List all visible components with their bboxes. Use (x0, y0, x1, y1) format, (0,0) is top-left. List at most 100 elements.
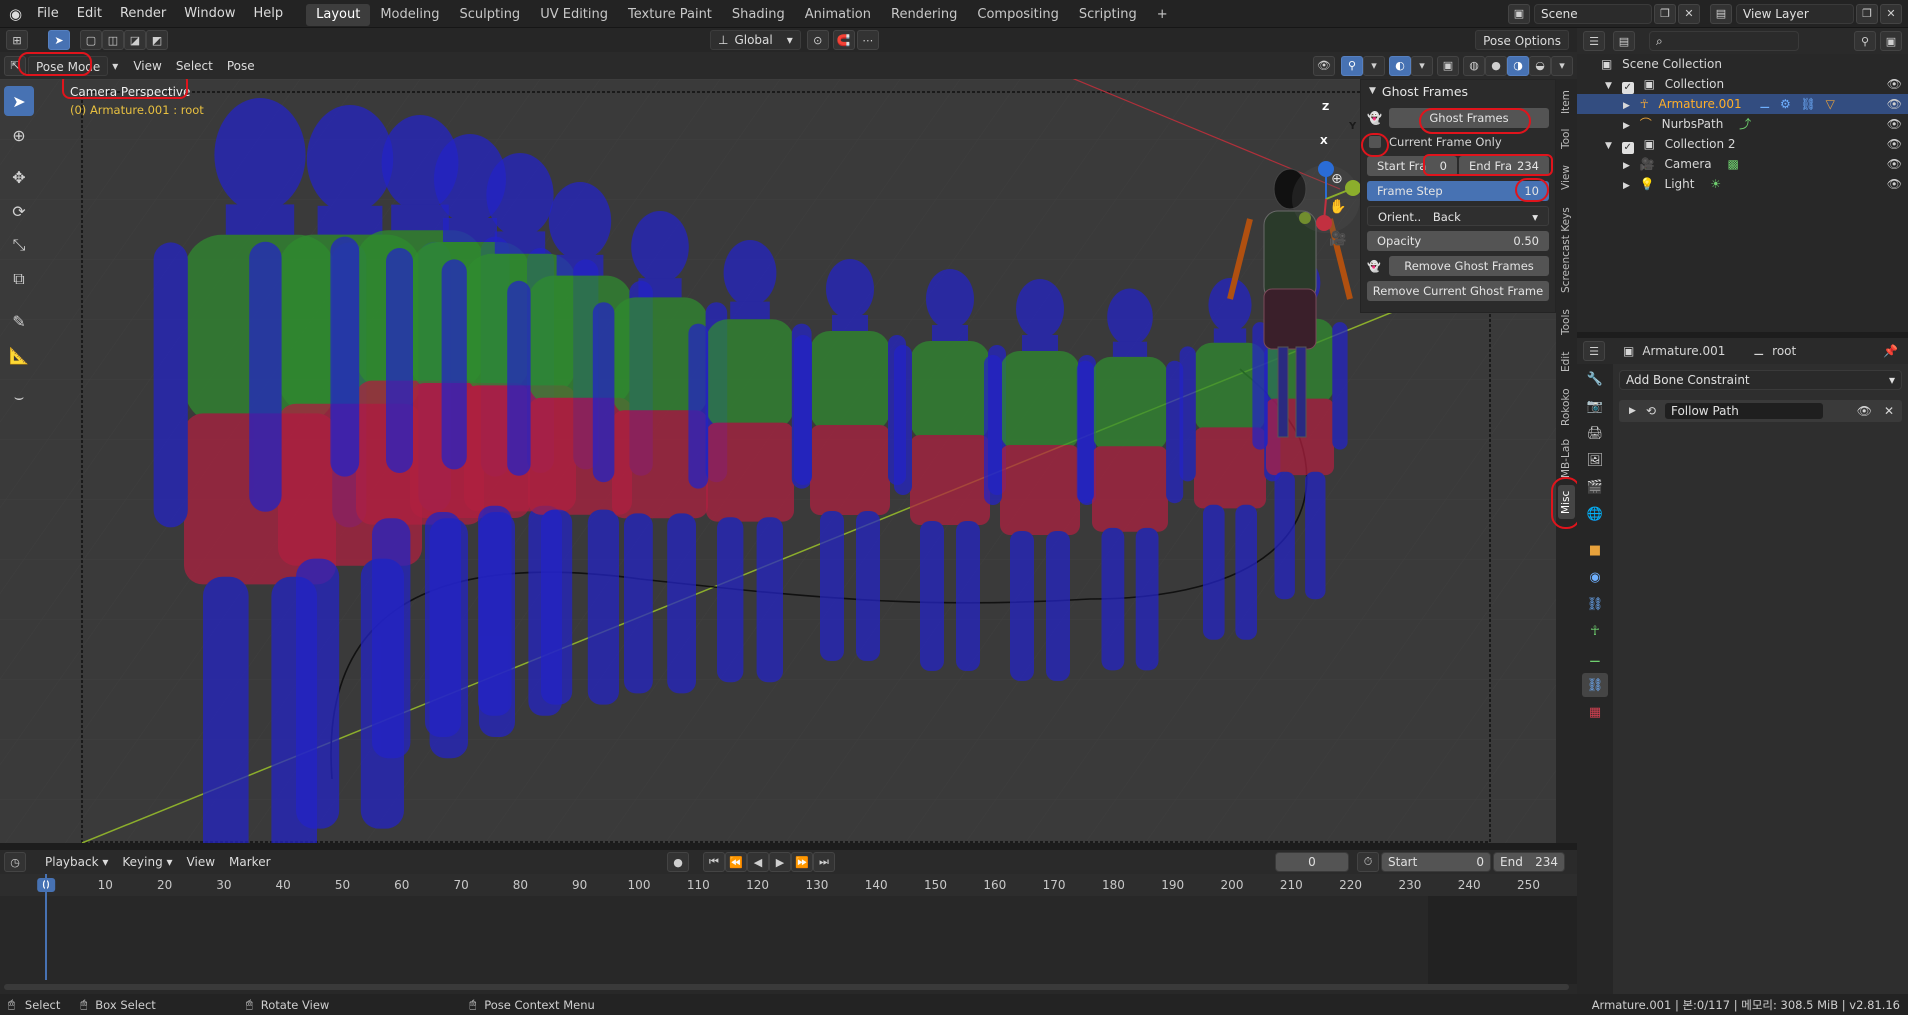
pose-options-button[interactable]: Pose Options (1475, 30, 1569, 50)
outliner-row-camera[interactable]: ▶ 🎥 Camera ▩ 👁 (1577, 154, 1908, 174)
tab-scripting[interactable]: Scripting (1069, 4, 1147, 26)
gizmo-dropdown-icon[interactable]: ▾ (1363, 55, 1385, 76)
close-icon[interactable]: ✕ (1884, 404, 1894, 418)
snap-icon[interactable]: 🧲 (832, 30, 855, 50)
outliner-row-nurbspath[interactable]: ▶ ⌒ NurbsPath ⤴ 👁 (1577, 114, 1908, 134)
view-layer-props-icon[interactable]: 🖼 (1582, 448, 1608, 472)
close-view-layer-icon[interactable]: ✕ (1880, 3, 1902, 24)
preview-range-icon[interactable]: ⏱ (1357, 852, 1379, 872)
timeline-editor-icon[interactable]: ◷ (4, 852, 26, 872)
expand-icon[interactable]: ▶ (1629, 406, 1636, 416)
timeline-body[interactable] (0, 874, 1577, 994)
eye-icon[interactable]: 👁 (1887, 174, 1902, 194)
tab-rendering[interactable]: Rendering (881, 4, 967, 26)
ghost-frames-button[interactable]: Ghost Frames (1389, 108, 1549, 128)
sidebar-tab-screencast-keys[interactable]: Screencast Keys (1558, 201, 1575, 299)
solid-shading-icon[interactable]: ● (1485, 55, 1507, 76)
orient-dropdown[interactable]: Orient.. Back ▾ (1367, 206, 1549, 226)
expand-icon[interactable]: ▼ (1605, 81, 1612, 91)
timeline-menu-marker[interactable]: Marker (222, 852, 277, 872)
3d-viewport[interactable]: Camera Perspective (0) Armature.001 : ro… (0, 79, 1577, 843)
menu-edit[interactable]: Edit (68, 0, 111, 28)
select-mode-subtract-icon[interactable]: ◪ (124, 30, 146, 50)
mode-dropdown[interactable]: Pose Mode (28, 55, 109, 76)
bone-props-icon[interactable]: ⚊ (1582, 646, 1608, 670)
sidebar-tab-misc[interactable]: Misc (1558, 485, 1575, 519)
pivot-point-icon[interactable]: ⊙ (806, 30, 829, 50)
start-frame-field[interactable]: Start Fra 0 (1367, 156, 1457, 176)
tab-compositing[interactable]: Compositing (967, 4, 1069, 26)
panel-header[interactable]: ▼ Ghost Frames (1361, 80, 1555, 102)
shading-dropdown-icon[interactable]: ▾ (1551, 55, 1573, 76)
sidebar-tab-mb-lab[interactable]: MB-Lab (1558, 435, 1575, 481)
view-layer-field[interactable]: View Layer (1736, 3, 1854, 24)
add-workspace-button[interactable]: + (1147, 4, 1178, 26)
play-icon[interactable]: ▶ (769, 852, 791, 872)
opacity-slider[interactable]: Opacity 0.50 (1367, 231, 1549, 251)
gizmo-icon[interactable]: ⚲ (1341, 55, 1363, 76)
eye-icon[interactable]: 👁 (1887, 134, 1902, 154)
tab-texture-paint[interactable]: Texture Paint (618, 4, 722, 26)
measure-tool[interactable]: 📐 (4, 340, 34, 370)
outliner-search-input[interactable]: ⌕ (1649, 31, 1799, 51)
sidebar-tab-rokoko[interactable]: Rokoko (1558, 383, 1575, 431)
relax-tool[interactable]: ⌣ (4, 382, 34, 412)
jump-keyframe-back-icon[interactable]: ⏪ (725, 852, 747, 872)
current-frame-only-checkbox[interactable] (1369, 136, 1381, 148)
eye-icon[interactable]: 👁 (1887, 94, 1902, 114)
timeline-ruler[interactable]: 0102030405060708090100110120130140150160… (0, 874, 1577, 896)
render-props-icon[interactable]: 📷 (1582, 394, 1608, 418)
expand-icon[interactable]: ▶ (1623, 181, 1630, 191)
outliner-scene-collection[interactable]: ▣ Scene Collection (1577, 54, 1908, 74)
move-tool[interactable]: ✥ (4, 162, 34, 192)
jump-end-icon[interactable]: ⏭ (813, 852, 835, 872)
jump-start-icon[interactable]: ⏮ (703, 852, 725, 872)
eye-icon[interactable]: 👁 (1887, 74, 1902, 94)
new-scene-icon[interactable]: ❐ (1654, 3, 1676, 24)
menu-pose[interactable]: Pose (220, 56, 262, 76)
outliner-row-collection-2[interactable]: ▼ ✓ ▣ Collection 2 👁 (1577, 134, 1908, 154)
record-icon[interactable]: ● (667, 852, 689, 872)
view-layer-icon[interactable]: ▤ (1710, 3, 1732, 24)
overlay-icon[interactable]: ◐ (1389, 55, 1411, 76)
select-box-tool[interactable]: ➤ (4, 86, 34, 116)
pan-hand-icon[interactable]: ✋ (1329, 199, 1346, 215)
playhead-line[interactable] (45, 874, 47, 980)
scene-props-icon[interactable]: 🎬 (1582, 475, 1608, 499)
texture-props-icon[interactable]: ▦ (1582, 700, 1608, 724)
object-constraint-icon[interactable]: ⛓ (1582, 592, 1608, 616)
tab-uv-editing[interactable]: UV Editing (530, 4, 618, 26)
outliner-row-light[interactable]: ▶ 💡 Light ☀ 👁 (1577, 174, 1908, 194)
menu-file[interactable]: File (28, 0, 68, 28)
bone-constraint-icon[interactable]: ⛓ (1582, 673, 1608, 697)
object-props-icon[interactable]: ■ (1582, 538, 1608, 562)
xray-icon[interactable]: ▣ (1437, 55, 1459, 76)
expand-icon[interactable]: ▶ (1623, 101, 1630, 111)
tab-layout[interactable]: Layout (306, 4, 371, 26)
timeline-menu-playback[interactable]: Playback ▾ (38, 852, 115, 872)
menu-window[interactable]: Window (175, 0, 244, 28)
constraint-name-field[interactable]: Follow Path (1663, 402, 1824, 420)
timeline-menu-view[interactable]: View (180, 852, 222, 872)
output-props-icon[interactable]: 🖨 (1582, 421, 1608, 445)
add-bone-constraint-dropdown[interactable]: Add Bone Constraint ▾ (1619, 370, 1902, 390)
tool-props-icon[interactable]: 🔧 (1582, 367, 1608, 391)
blender-logo-icon[interactable]: ◉ (0, 0, 28, 28)
world-props-icon[interactable]: 🌐 (1582, 502, 1608, 526)
sidebar-tab-tools[interactable]: Tools (1558, 303, 1575, 341)
tab-modeling[interactable]: Modeling (370, 4, 449, 26)
rotate-tool[interactable]: ⟳ (4, 196, 34, 226)
menu-help[interactable]: Help (245, 0, 293, 28)
menu-select[interactable]: Select (169, 56, 220, 76)
sidebar-tab-edit[interactable]: Edit (1558, 345, 1575, 379)
physics-props-icon[interactable]: ◉ (1582, 565, 1608, 589)
transform-tool[interactable]: ⧉ (4, 264, 34, 294)
close-scene-icon[interactable]: ✕ (1678, 3, 1700, 24)
collection-2-checkbox[interactable]: ✓ (1621, 142, 1634, 154)
remove-ghost-frames-button[interactable]: Remove Ghost Frames (1389, 256, 1549, 276)
remove-current-ghost-frame-button[interactable]: Remove Current Ghost Frame (1367, 281, 1549, 301)
sidebar-tab-tool[interactable]: Tool (1558, 123, 1575, 155)
transform-orientation-dropdown[interactable]: ⊥ Global ▾ (710, 30, 801, 50)
outliner-editor-icon[interactable]: ☰ (1583, 31, 1605, 51)
filter-icon[interactable]: ⚲ (1854, 31, 1876, 51)
